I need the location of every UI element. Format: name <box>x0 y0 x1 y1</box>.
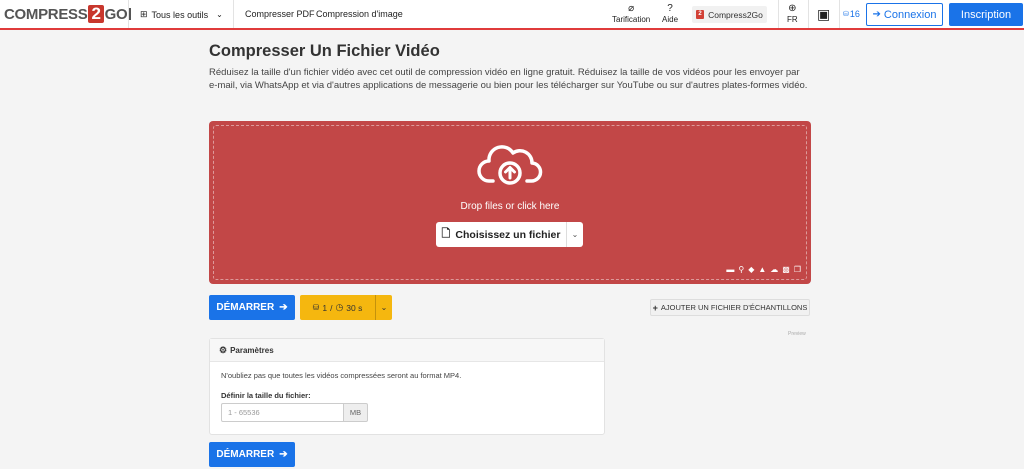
compress2go-icon: 2 <box>696 10 705 19</box>
settings-panel: ⚙ Paramètres N'oubliez pas que toutes le… <box>209 338 605 435</box>
chevron-down-icon: ⌄ <box>380 303 388 312</box>
login-label: Connexion <box>883 8 937 21</box>
limits-info: ⛁ 1 / ◷ 30 s <box>300 302 375 313</box>
time-limit: 30 s <box>346 302 363 313</box>
start-label: DÉMARRER <box>216 449 275 460</box>
google-drive-icon[interactable]: ▲ <box>758 265 766 274</box>
clock-icon: ◷ <box>335 302 344 312</box>
logo-text-right: GO <box>104 5 128 23</box>
divider <box>808 0 809 28</box>
sign-in-icon: ➔ <box>872 9 881 20</box>
file-dropzone[interactable]: Drop files or click here 🗋 Choisissez un… <box>209 121 811 284</box>
globe-icon: ⊕ <box>788 3 797 14</box>
start-label: DÉMARRER <box>216 302 275 313</box>
settings-header: ⚙ Paramètres <box>210 339 604 362</box>
settings-title: Paramètres <box>230 345 274 355</box>
help-link[interactable]: ? Aide <box>662 3 678 24</box>
preview-text: Preview <box>788 331 806 337</box>
size-unit: MB <box>343 403 368 422</box>
limit-separator: / <box>330 302 333 313</box>
counter-value: 16 <box>849 9 860 19</box>
arrow-right-icon: ➔ <box>279 449 288 460</box>
upload-sources: ▬ ⚲ ◆ ▲ ☁ ▩ ❐ <box>726 265 801 274</box>
history-button[interactable]: ▣ <box>817 6 830 22</box>
pricing-link[interactable]: ⌀ Tarification <box>612 3 650 24</box>
divider <box>778 0 779 28</box>
start-button-bottom[interactable]: DÉMARRER ➔ <box>209 442 295 467</box>
size-label: Définir la taille du fichier: <box>221 391 311 400</box>
start-button[interactable]: DÉMARRER ➔ <box>209 295 295 320</box>
limits-badge[interactable]: ⛁ 1 / ◷ 30 s ⌄ <box>300 295 392 320</box>
arrow-right-icon: ➔ <box>279 302 288 313</box>
divider <box>233 0 234 28</box>
dropbox-icon[interactable]: ◆ <box>748 265 754 274</box>
chevron-down-icon: ⌄ <box>571 230 579 239</box>
logo-text-mid: 2 <box>88 5 104 23</box>
credits-counter[interactable]: ⛁ 16 <box>843 9 860 19</box>
plus-icon: + <box>652 302 658 313</box>
link-icon[interactable]: ⚲ <box>738 265 744 274</box>
add-sample-file-button[interactable]: + AJOUTER UN FICHIER D'ÉCHANTILLONS <box>650 299 810 316</box>
page-title: Compresser Un Fichier Vidéo <box>209 42 440 60</box>
clipboard-icon[interactable]: ❐ <box>794 265 801 274</box>
choose-file-main[interactable]: 🗋 Choisissez un fichier <box>436 222 566 247</box>
compress2go-label: Compress2Go <box>708 9 763 20</box>
top-navbar: COMPRESS 2 GO ⊞ Tous les outils ⌄ Compress… <box>0 0 1024 30</box>
clipboard-clock-icon: ▣ <box>817 6 831 22</box>
chevron-down-icon: ⌄ <box>216 10 223 19</box>
onedrive-icon[interactable]: ☁ <box>770 265 778 274</box>
folder-icon[interactable]: ▬ <box>726 265 734 274</box>
grid-icon: ⊞ <box>140 9 148 19</box>
nav-image-compression[interactable]: Compression d'image <box>316 9 403 19</box>
compress2go-logo[interactable]: COMPRESS 2 GO <box>4 5 132 23</box>
coins-icon: ⛁ <box>843 11 849 18</box>
language-label: FR <box>787 15 798 24</box>
cloud-upload-icon <box>477 145 543 185</box>
tools-menu[interactable]: ⊞ Tous les outils ⌄ <box>140 9 223 20</box>
choose-file-button[interactable]: 🗋 Choisissez un fichier ⌄ <box>436 222 583 247</box>
signup-button[interactable]: Inscription <box>949 3 1023 26</box>
question-icon: ? <box>667 3 673 14</box>
coins-icon: ⛁ <box>312 303 320 312</box>
compress2go-button[interactable]: 2 Compress2Go <box>692 6 767 23</box>
pricing-label: Tarification <box>612 15 651 24</box>
signup-label: Inscription <box>960 8 1012 21</box>
file-limit: 1 <box>322 302 328 313</box>
tag-icon: ⌀ <box>628 3 635 14</box>
limits-dropdown[interactable]: ⌄ <box>375 295 392 320</box>
divider <box>128 0 129 28</box>
format-note: N'oubliez pas que toutes les vidéos comp… <box>221 371 462 380</box>
language-selector[interactable]: ⊕ FR <box>787 3 798 24</box>
help-label: Aide <box>662 15 679 24</box>
page-description: Réduisez la taille d'un fichier vidéo av… <box>209 67 808 91</box>
login-button[interactable]: ➔ Connexion <box>866 3 943 26</box>
nav-label: Compression d'image <box>316 9 403 19</box>
choose-file-label: Choisissez un fichier <box>455 228 561 241</box>
sample-label: AJOUTER UN FICHIER D'ÉCHANTILLONS <box>660 303 808 312</box>
tools-menu-label: Tous les outils <box>151 9 209 20</box>
divider <box>839 0 840 28</box>
file-add-icon: 🗋 <box>441 228 451 240</box>
nav-label: Compresser PDF <box>245 9 315 19</box>
file-size-input[interactable]: 1 - 65536 <box>221 403 344 422</box>
logo-text-left: COMPRESS <box>4 5 88 23</box>
nav-compress-pdf[interactable]: Compresser PDF <box>245 9 315 19</box>
box-icon[interactable]: ▩ <box>782 265 790 274</box>
choose-file-dropdown[interactable]: ⌄ <box>566 222 583 247</box>
drop-files-text: Drop files or click here <box>460 201 560 212</box>
gears-icon: ⚙ <box>219 344 228 355</box>
